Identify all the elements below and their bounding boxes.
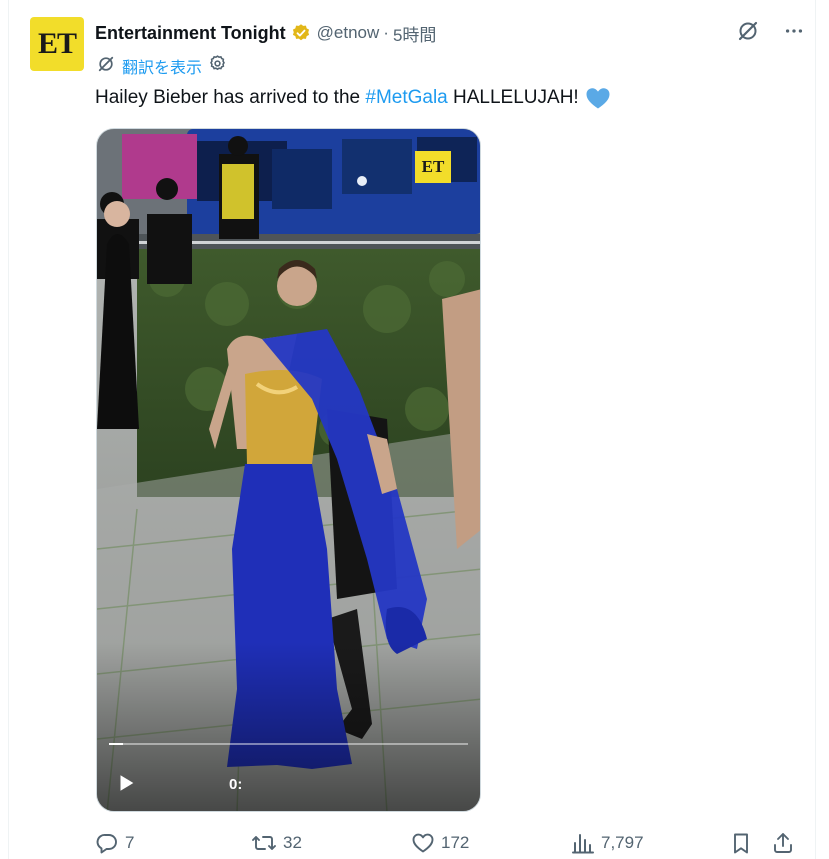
et-watermark: ET (415, 151, 451, 183)
repost-button[interactable]: 32 (251, 828, 302, 858)
bookmark-button[interactable] (729, 828, 753, 858)
tweet-text-after: HALLELUJAH! (447, 87, 579, 108)
separator-dot: · (383, 23, 389, 42)
view-count: 7,797 (601, 833, 644, 852)
grok-translate-icon (96, 54, 116, 79)
verified-badge-icon[interactable] (291, 23, 311, 43)
share-button[interactable] (771, 828, 795, 858)
settings-gear-icon[interactable] (208, 54, 227, 78)
blue-heart-icon (585, 86, 611, 110)
et-watermark-text: ET (421, 157, 445, 176)
video-time: 0: (229, 776, 243, 793)
reply-button[interactable]: 7 (95, 828, 134, 858)
video-progress-fill (109, 743, 124, 745)
share-icon (771, 831, 795, 855)
avatar-logo-text: ET (37, 27, 77, 60)
display-name[interactable]: Entertainment Tonight (95, 23, 286, 44)
repost-count: 32 (283, 833, 302, 852)
more-options-icon[interactable] (781, 18, 807, 44)
timestamp[interactable]: 5時間 (393, 21, 436, 46)
grok-icon[interactable] (735, 18, 761, 44)
avatar[interactable]: ET (30, 17, 84, 71)
heart-icon (411, 831, 435, 855)
views-chart-icon (571, 831, 595, 855)
video-player[interactable]: ET 0: (96, 128, 481, 812)
tweet-header: Entertainment Tonight @etnow · 5時間 (95, 20, 436, 46)
repost-icon (251, 831, 277, 855)
play-icon[interactable] (115, 772, 137, 794)
reply-count: 7 (125, 833, 135, 852)
show-translation-link[interactable]: 翻訳を表示 (122, 54, 202, 78)
handle[interactable]: @etnow (317, 23, 380, 43)
translate-row: 翻訳を表示 (96, 55, 227, 77)
video-progress-bar[interactable] (109, 743, 468, 745)
video-frame (97, 129, 480, 811)
bookmark-icon (729, 831, 753, 855)
like-count: 172 (441, 833, 470, 852)
views-button[interactable]: 7,797 (571, 828, 644, 858)
action-bar: 7 32 172 7,797 (95, 828, 805, 858)
tweet-text: Hailey Bieber has arrived to the #MetGal… (95, 86, 611, 110)
hashtag-link[interactable]: #MetGala (365, 87, 447, 109)
like-button[interactable]: 172 (411, 828, 469, 858)
reply-icon (95, 831, 119, 855)
tweet-text-before: Hailey Bieber has arrived to the (95, 87, 366, 108)
